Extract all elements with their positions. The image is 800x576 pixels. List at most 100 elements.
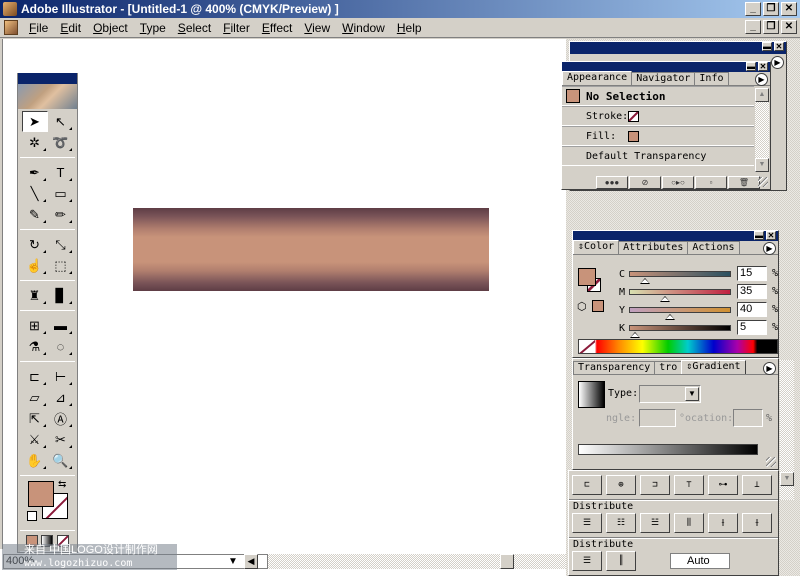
menu-type[interactable]: Type: [135, 21, 173, 35]
horizontal-distribute-center-button[interactable]: ⫲: [708, 513, 738, 533]
slice-select-tool[interactable]: ⇱: [22, 408, 48, 429]
eyedropper-tool[interactable]: ⚗: [22, 336, 48, 357]
vertical-distribute-bottom-button[interactable]: ☱: [640, 513, 670, 533]
menu-filter[interactable]: Filter: [218, 21, 257, 35]
channel-value-input[interactable]: 15: [737, 266, 767, 281]
channel-value-input[interactable]: 40: [737, 302, 767, 317]
tab-appearance[interactable]: Appearance: [562, 71, 633, 85]
vertical-align-bottom-button[interactable]: ⊥: [742, 475, 772, 495]
direct-selection-tool[interactable]: ↖: [48, 111, 74, 132]
scroll-down-button[interactable]: ▼: [755, 158, 769, 172]
clear-appearance-button[interactable]: ⊘: [629, 176, 661, 189]
horizontal-align-left-button[interactable]: ⊏: [572, 475, 602, 495]
horizontal-distribute-right-button[interactable]: ⫳: [742, 513, 772, 533]
bg-palette-close[interactable]: ✕: [774, 42, 784, 51]
appearance-close-button[interactable]: ✕: [758, 62, 768, 71]
color-spectrum-bar[interactable]: [578, 339, 778, 354]
scroll-up-button[interactable]: ▲: [755, 88, 769, 102]
hand-tool[interactable]: ✋: [22, 450, 48, 471]
line-tool[interactable]: ╲: [22, 183, 48, 204]
bg-palette-minimize[interactable]: ▬: [762, 42, 772, 51]
tab-info[interactable]: Info: [694, 72, 729, 85]
free-transform-tool[interactable]: ⬚: [48, 255, 74, 276]
vertical-distribute-top-button[interactable]: ☰: [572, 513, 602, 533]
tab-attributes[interactable]: Attributes: [618, 241, 689, 254]
appearance-menu-button[interactable]: ▶: [755, 73, 768, 86]
gradient-preview-swatch[interactable]: [578, 381, 605, 408]
vertical-align-center-button[interactable]: ⊶: [708, 475, 738, 495]
horizontal-align-right-button[interactable]: ⊐: [640, 475, 670, 495]
menu-effect[interactable]: Effect: [257, 21, 299, 35]
tab-stroke[interactable]: tro: [654, 361, 683, 374]
channel-thumb[interactable]: [630, 332, 640, 338]
channel-track[interactable]: [629, 307, 731, 320]
scale-tool[interactable]: ⤡: [48, 234, 74, 255]
selection-tool[interactable]: ➤: [21, 111, 48, 132]
transparency-row[interactable]: Default Transparency: [562, 146, 754, 166]
reshape-tool[interactable]: ⊿: [48, 387, 74, 408]
vertical-align-top-button[interactable]: ⊤: [674, 475, 704, 495]
appearance-minimize-button[interactable]: ▬: [746, 62, 756, 71]
fill-row[interactable]: Fill:: [562, 126, 754, 146]
duplicate-item-button[interactable]: ▫: [695, 176, 727, 189]
color-menu-button[interactable]: ▶: [763, 242, 776, 255]
bg-palette-menu-button[interactable]: ▶: [771, 56, 784, 69]
venus-logo-image[interactable]: [18, 84, 77, 109]
color-minimize-button[interactable]: ▬: [754, 231, 764, 240]
menu-object[interactable]: Object: [88, 21, 135, 35]
vertical-distribute-space-button[interactable]: ☰: [572, 551, 602, 571]
channel-track[interactable]: [629, 271, 731, 284]
menu-select[interactable]: Select: [173, 21, 218, 35]
horizontal-scrollbar[interactable]: [238, 554, 568, 569]
graph-tool[interactable]: ▊: [48, 285, 74, 306]
magic-wand-tool[interactable]: ✲: [22, 132, 48, 153]
symbol-sprayer-tool[interactable]: ♜: [22, 285, 48, 306]
pen-tool[interactable]: ✒: [22, 162, 48, 183]
fill-swatch[interactable]: [28, 481, 54, 507]
type-tool[interactable]: T: [48, 162, 74, 183]
gradient-menu-button[interactable]: ▶: [763, 362, 776, 375]
shear-tool[interactable]: ▱: [22, 387, 48, 408]
horizontal-distribute-space-button[interactable]: ║: [606, 551, 636, 571]
minimize-button[interactable]: _: [745, 2, 761, 16]
menu-file[interactable]: File: [24, 21, 55, 35]
tab-gradient[interactable]: ⇕Gradient: [681, 360, 746, 374]
dock-vscrollbar[interactable]: ▼: [780, 360, 794, 500]
appearance-header-row[interactable]: No Selection: [562, 86, 754, 106]
channel-track[interactable]: [629, 325, 731, 338]
appearance-vscrollbar[interactable]: ▲ ▼: [755, 88, 769, 172]
lasso-tool[interactable]: ➰: [48, 132, 74, 153]
scissors-tool[interactable]: ✂: [48, 429, 74, 450]
gradient-resize-grip[interactable]: [766, 457, 776, 467]
zoom-tool[interactable]: 🔍: [48, 450, 74, 471]
gradient-tool[interactable]: ▬: [48, 315, 74, 336]
rotate-tool[interactable]: ↻: [22, 234, 48, 255]
color-close-button[interactable]: ✕: [766, 231, 776, 240]
doc-close-button[interactable]: ✕: [781, 20, 797, 34]
tab-navigator[interactable]: Navigator: [631, 72, 696, 85]
channel-track[interactable]: [629, 289, 731, 302]
resize-grip[interactable]: [758, 177, 768, 187]
out-of-gamut-cube-icon[interactable]: ⬡: [577, 300, 587, 313]
menu-help[interactable]: Help: [392, 21, 429, 35]
stroke-row[interactable]: Stroke:: [562, 106, 754, 126]
horizontal-align-center-button[interactable]: ⊕: [606, 475, 636, 495]
delete-item-button[interactable]: 🗑: [728, 176, 760, 189]
tab-transparency[interactable]: Transparency: [573, 361, 656, 374]
document-icon[interactable]: [4, 20, 18, 35]
spacing-value-field[interactable]: Auto: [670, 553, 730, 569]
horizontal-distribute-left-button[interactable]: ⫼: [674, 513, 704, 533]
angle-input[interactable]: [639, 409, 676, 427]
type-dropdown-arrow[interactable]: ▼: [685, 387, 699, 401]
scroll-thumb[interactable]: [500, 554, 514, 569]
blend-tool[interactable]: ◌: [48, 336, 74, 357]
toolbox-title-bar[interactable]: [18, 73, 77, 84]
reduce-to-basic-button[interactable]: ○▸○: [662, 176, 694, 189]
doc-minimize-button[interactable]: _: [745, 20, 761, 34]
knife-tool[interactable]: ⚔: [22, 429, 48, 450]
close-button[interactable]: ✕: [781, 2, 797, 16]
tab-actions[interactable]: Actions: [687, 241, 740, 254]
slice-tool[interactable]: ⊏: [22, 366, 48, 387]
color-fill-swatch[interactable]: [578, 268, 596, 286]
doc-restore-button[interactable]: ❐: [763, 20, 779, 34]
